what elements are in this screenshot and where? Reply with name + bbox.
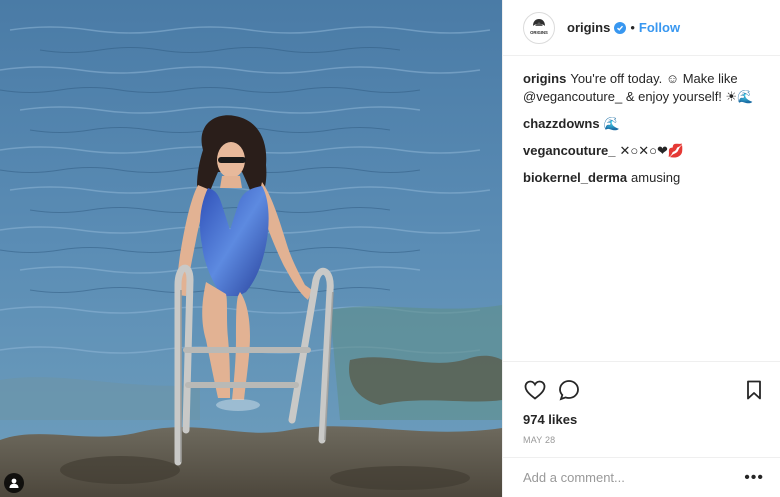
action-icons [523, 370, 766, 410]
caption: origins You're off today. ☺ Make like @ve… [523, 70, 764, 106]
comment-username[interactable]: chazzdowns [523, 116, 600, 131]
svg-text:ORIGINS: ORIGINS [530, 30, 548, 35]
comment-text: amusing [631, 170, 681, 185]
comment-item: chazzdowns 🌊 [523, 115, 764, 133]
comment-text: 🌊 [603, 116, 620, 131]
post-side-panel: ORIGINS origins • Follow origins You're o… [502, 0, 780, 497]
verified-badge-icon [614, 21, 627, 34]
post-photo[interactable] [0, 0, 502, 497]
comments-list: origins You're off today. ☺ Make like @ve… [503, 56, 780, 361]
add-comment-section: ••• [503, 457, 780, 497]
more-options-icon[interactable]: ••• [744, 469, 764, 487]
instagram-post: ORIGINS origins • Follow origins You're o… [0, 0, 780, 497]
add-comment-input[interactable] [523, 470, 745, 485]
likes-count[interactable]: 974 likes [523, 412, 766, 427]
heart-icon[interactable] [523, 378, 547, 402]
caption-username[interactable]: origins [523, 71, 566, 86]
photo-scene [0, 0, 502, 497]
comment-icon[interactable] [557, 378, 581, 402]
post-header: ORIGINS origins • Follow [503, 0, 780, 56]
comment-username[interactable]: vegancouture_ [523, 143, 615, 158]
post-date[interactable]: MAY 28 [523, 435, 766, 445]
avatar[interactable]: ORIGINS [523, 11, 555, 44]
post-actions: 974 likes MAY 28 [503, 361, 780, 445]
comment-text: ✕○✕○❤💋 [619, 143, 685, 158]
bookmark-icon[interactable] [742, 378, 766, 402]
comment-item: biokernel_derma amusing [523, 169, 764, 187]
user-tag-icon[interactable] [4, 473, 24, 493]
header-separator: • [630, 20, 635, 35]
post-author-username[interactable]: origins [567, 20, 610, 35]
comment-item: vegancouture_ ✕○✕○❤💋 [523, 142, 764, 160]
follow-button[interactable]: Follow [639, 20, 680, 35]
comment-username[interactable]: biokernel_derma [523, 170, 627, 185]
